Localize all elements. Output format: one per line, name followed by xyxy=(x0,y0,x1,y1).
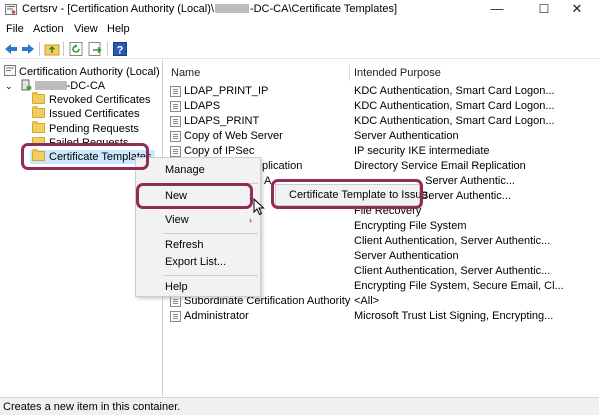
context-menu: Manage New › View › Refresh Export List.… xyxy=(135,157,261,297)
menu-action[interactable]: Action xyxy=(33,23,64,35)
app-icon xyxy=(5,4,17,15)
menu-separator xyxy=(163,233,258,234)
table-row[interactable]: Copy of Web Server Server Authentication xyxy=(164,129,599,144)
tree-item-pending[interactable]: Pending Requests xyxy=(32,121,139,135)
minimize-button[interactable]: — xyxy=(475,0,519,20)
column-header-purpose[interactable]: Intended Purpose xyxy=(354,67,441,79)
folder-icon xyxy=(32,121,45,133)
redacted-text xyxy=(34,81,67,90)
menu-item-manage[interactable]: Manage xyxy=(165,164,205,176)
mouse-cursor-icon xyxy=(253,198,265,216)
menu-item-view[interactable]: View xyxy=(165,214,189,226)
template-icon xyxy=(170,296,181,307)
table-row[interactable]: Administrator Microsoft Trust List Signin… xyxy=(164,309,599,324)
menu-help[interactable]: Help xyxy=(107,23,130,35)
toolbar: ? xyxy=(0,39,599,59)
folder-icon xyxy=(32,149,45,161)
menu-separator xyxy=(163,183,258,184)
ca-root-icon xyxy=(4,65,16,76)
template-icon xyxy=(170,311,181,322)
forward-arrow-icon[interactable] xyxy=(20,41,36,57)
toolbar-separator xyxy=(63,42,64,56)
menu-item-export-list[interactable]: Export List... xyxy=(165,256,226,268)
menu-item-new[interactable]: New xyxy=(165,190,187,202)
status-text: Creates a new item in this container. xyxy=(3,401,181,413)
template-icon xyxy=(170,86,181,97)
menu-file[interactable]: File xyxy=(6,23,24,35)
help-icon[interactable]: ? xyxy=(112,41,128,57)
svg-text:?: ? xyxy=(117,45,124,57)
ca-server-icon xyxy=(21,79,32,91)
tree-root[interactable]: Certification Authority (Local) xyxy=(4,65,160,78)
template-icon xyxy=(170,146,181,157)
template-icon xyxy=(170,116,181,127)
table-row[interactable]: LDAPS KDC Authentication, Smart Card Logo… xyxy=(164,99,599,114)
table-row[interactable]: LDAP_PRINT_IP KDC Authentication, Smart C… xyxy=(164,84,599,99)
tree-item-revoked[interactable]: Revoked Certificates xyxy=(32,92,151,106)
folder-icon xyxy=(32,106,45,118)
column-header-name[interactable]: Name xyxy=(171,67,200,79)
toolbar-separator xyxy=(39,42,40,56)
menu-view[interactable]: View xyxy=(74,23,98,35)
title-bar: Certsrv - [Certification Authority (Loca… xyxy=(0,0,599,20)
tree-ca-node[interactable]: ⌄ -DC-CA xyxy=(5,79,105,92)
refresh-icon[interactable] xyxy=(68,41,84,57)
close-button[interactable]: ✕ xyxy=(555,0,599,20)
redacted-text xyxy=(214,4,249,13)
tree-item-failed[interactable]: Failed Requests xyxy=(32,137,129,146)
up-folder-icon[interactable] xyxy=(44,41,60,57)
window-title: Certsrv - [Certification Authority (Loca… xyxy=(22,3,398,15)
menu-bar: File Action View Help xyxy=(0,21,599,39)
folder-icon xyxy=(32,92,45,104)
menu-item-refresh[interactable]: Refresh xyxy=(165,239,204,251)
toolbar-separator xyxy=(107,42,108,56)
column-divider[interactable] xyxy=(349,65,350,81)
template-icon xyxy=(170,131,181,142)
tree-item-issued[interactable]: Issued Certificates xyxy=(32,106,139,120)
menu-item-help[interactable]: Help xyxy=(165,281,188,293)
menu-separator xyxy=(163,275,258,276)
status-bar: Creates a new item in this container. xyxy=(0,397,599,415)
new-submenu: Certificate Template to Issue xyxy=(275,184,428,206)
folder-icon xyxy=(32,137,45,146)
back-arrow-icon[interactable] xyxy=(3,41,19,57)
submenu-arrow-icon: › xyxy=(249,191,252,201)
collapse-chevron-icon[interactable]: ⌄ xyxy=(5,81,13,91)
export-icon[interactable] xyxy=(87,41,103,57)
table-row[interactable]: LDAPS_PRINT KDC Authentication, Smart Car… xyxy=(164,114,599,129)
menu-item-certificate-template-to-issue[interactable]: Certificate Template to Issue xyxy=(289,189,428,201)
submenu-arrow-icon: › xyxy=(249,215,252,225)
template-icon xyxy=(170,101,181,112)
